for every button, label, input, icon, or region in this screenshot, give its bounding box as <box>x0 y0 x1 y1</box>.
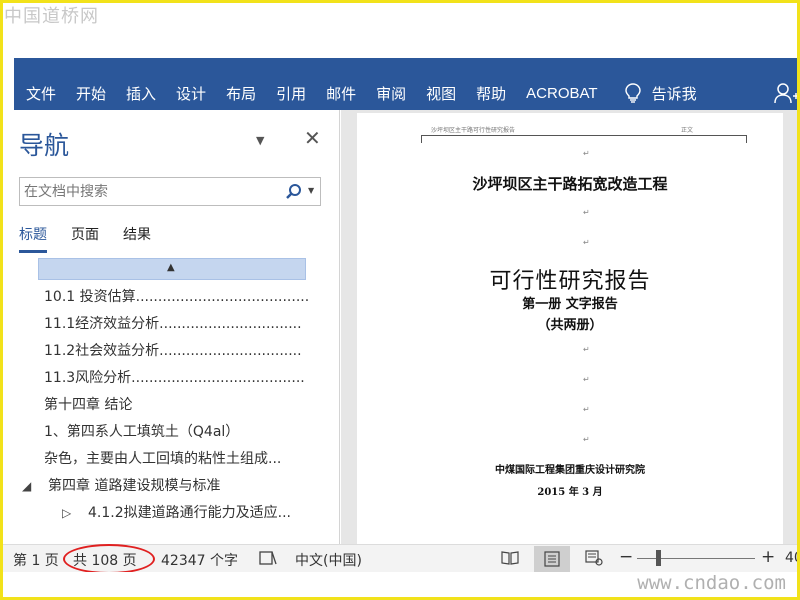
word-count[interactable]: 42347 个字 <box>161 550 238 570</box>
tab-references[interactable]: 引用 <box>276 83 306 104</box>
web-layout-icon[interactable] <box>585 550 603 566</box>
nav-pane-title: 导航 <box>19 131 70 160</box>
header-corner-mark <box>421 135 422 143</box>
watermark-top: 中国道桥网 <box>4 6 99 27</box>
lightbulb-icon <box>624 83 641 103</box>
heading-item[interactable]: 11.3风险分析................................… <box>14 365 340 392</box>
heading-item[interactable]: 11.1经济效益分析..............................… <box>14 311 340 338</box>
navigation-pane: 导航 ▼ ✕ ▼ 标题 页面 结果 ▲ 10.1 投资估算...........… <box>14 110 340 544</box>
institute-name: 中煤国际工程集团重庆设计研究院 <box>495 465 645 476</box>
paragraph-mark: ↵ <box>583 405 590 414</box>
expand-caret-icon[interactable]: ▷ <box>62 500 88 527</box>
heading-item[interactable]: 1、第四系人工填筑土（Q4al） <box>14 419 340 446</box>
tab-acrobat[interactable]: ACROBAT <box>526 85 597 102</box>
ribbon-tabs: 文件 开始 插入 设计 布局 引用 邮件 审阅 视图 帮助 ACROBAT 告诉… <box>26 82 697 104</box>
volume-count: （共两册） <box>537 318 603 333</box>
left-margin-strip <box>3 110 14 544</box>
tab-design[interactable]: 设计 <box>176 83 206 104</box>
tab-view[interactable]: 视图 <box>426 83 456 104</box>
scroll-up-button[interactable]: ▲ <box>38 258 306 280</box>
search-icon[interactable] <box>285 183 303 201</box>
paragraph-mark: ↵ <box>583 435 590 444</box>
language[interactable]: 中文(中国) <box>295 550 362 570</box>
nav-search-box[interactable]: ▼ <box>19 177 321 206</box>
tab-insert[interactable]: 插入 <box>126 83 156 104</box>
subtab-headings[interactable]: 标题 <box>19 224 47 253</box>
headings-list: 10.1 投资估算...............................… <box>14 284 340 527</box>
zoom-level[interactable]: 40 <box>785 550 800 566</box>
heading-item-label: 4.1.2拟建道路通行能力及适应... <box>88 505 291 521</box>
tab-review[interactable]: 审阅 <box>376 83 406 104</box>
tab-layout[interactable]: 布局 <box>226 83 256 104</box>
search-dropdown-icon[interactable]: ▼ <box>308 186 314 195</box>
print-layout-button[interactable] <box>534 546 570 572</box>
heading-item[interactable]: 11.2社会效益分析..............................… <box>14 338 340 365</box>
nav-search-input[interactable] <box>24 182 274 202</box>
scroll-up-icon: ▲ <box>167 262 175 273</box>
paragraph-mark: ↵ <box>583 149 590 158</box>
nav-close-icon[interactable]: ✕ <box>304 126 321 150</box>
tab-file[interactable]: 文件 <box>26 83 56 104</box>
document-page[interactable]: 沙坪坝区主干路可行性研究报告 正文 ↵ 沙坪坝区主干路拓宽改造工程 ↵ ↵ 可行… <box>357 113 783 544</box>
watermark-bottom: www.cndao.com <box>637 572 786 594</box>
paragraph-mark: ↵ <box>583 345 590 354</box>
tell-me-button[interactable]: 告诉我 <box>622 82 697 104</box>
status-bar: 第 1 页 共 108 页 42347 个字 中文(中国) − + 40 <box>3 544 800 574</box>
subtab-results[interactable]: 结果 <box>123 224 151 253</box>
subtab-pages[interactable]: 页面 <box>71 224 99 253</box>
highlight-circle <box>63 544 155 574</box>
ribbon-bar: 文件 开始 插入 设计 布局 引用 邮件 审阅 视图 帮助 ACROBAT 告诉… <box>14 58 800 110</box>
heading-item[interactable]: 10.1 投资估算...............................… <box>14 284 340 311</box>
paragraph-mark: ↵ <box>583 238 590 247</box>
project-name: 沙坪坝区主干路拓宽改造工程 <box>472 175 668 193</box>
share-user-icon[interactable] <box>774 82 800 104</box>
proofing-icon[interactable] <box>259 550 277 566</box>
page-number[interactable]: 第 1 页 <box>13 550 59 570</box>
volume-title: 第一册 文字报告 <box>522 297 618 312</box>
nav-subtabs: 标题 页面 结果 <box>19 224 175 253</box>
report-title: 可行性研究报告 <box>489 269 651 294</box>
tab-help[interactable]: 帮助 <box>476 83 506 104</box>
report-date: 2015 年 3 月 <box>537 487 603 498</box>
tab-mailings[interactable]: 邮件 <box>326 83 356 104</box>
tab-home[interactable]: 开始 <box>76 83 106 104</box>
heading-item[interactable]: 第十四章 结论 <box>14 392 340 419</box>
read-mode-icon[interactable] <box>501 550 519 566</box>
paragraph-mark: ↵ <box>583 375 590 384</box>
heading-item-expanded[interactable]: ◢ 第四章 道路建设规模与标准 <box>14 473 340 500</box>
paragraph-mark: ↵ <box>583 208 590 217</box>
document-area: 沙坪坝区主干路可行性研究报告 正文 ↵ 沙坪坝区主干路拓宽改造工程 ↵ ↵ 可行… <box>341 110 800 544</box>
heading-item[interactable]: 杂色，主要由人工回填的粘性土组成... <box>14 446 340 473</box>
running-header-left: 沙坪坝区主干路可行性研究报告 <box>431 127 516 134</box>
zoom-out-button[interactable]: − <box>619 547 633 567</box>
tell-me-label: 告诉我 <box>651 84 697 103</box>
header-corner-mark <box>746 135 747 143</box>
running-header-right: 正文 <box>681 127 694 134</box>
zoom-slider-thumb[interactable] <box>656 550 661 566</box>
heading-item-label: 第四章 道路建设规模与标准 <box>48 478 221 494</box>
heading-item-collapsed[interactable]: ▷ 4.1.2拟建道路通行能力及适应... <box>14 500 340 527</box>
header-rule <box>421 135 747 136</box>
zoom-slider-track[interactable] <box>637 558 755 559</box>
zoom-in-button[interactable]: + <box>761 547 775 567</box>
print-layout-icon <box>544 551 560 567</box>
nav-options-dropdown-icon[interactable]: ▼ <box>256 134 264 147</box>
collapse-caret-icon[interactable]: ◢ <box>22 473 48 500</box>
